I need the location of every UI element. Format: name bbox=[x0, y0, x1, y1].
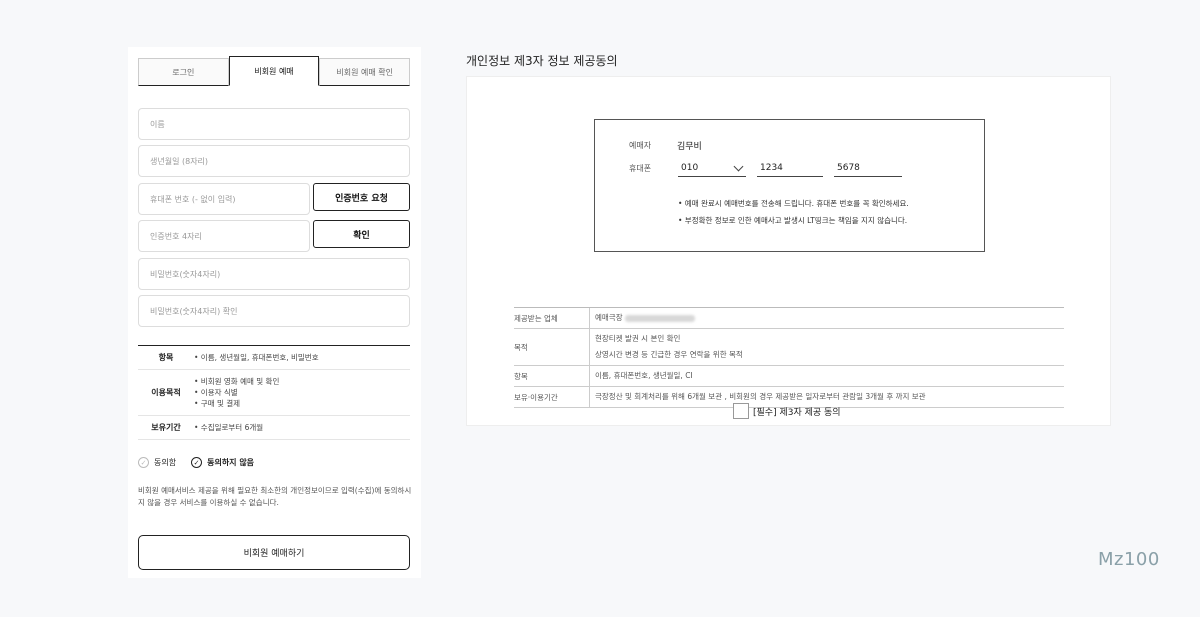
verification-code-input[interactable]: 인증번호 4자리 bbox=[138, 220, 310, 252]
chevron-down-icon bbox=[733, 161, 744, 172]
table-row: 제공받는 업체 예매극장 bbox=[514, 308, 1064, 329]
consent-checkbox-label: [필수] 제3자 제공 동의 bbox=[753, 407, 841, 418]
terms-row-label: 이용목적 bbox=[151, 388, 181, 397]
terms-item: • 이름, 생년월일, 휴대폰번호, 비밀번호 bbox=[194, 353, 319, 362]
phone-prefix-value: 010 bbox=[681, 163, 699, 173]
consent-title: 개인정보 제3자 정보 제공동의 bbox=[466, 54, 618, 68]
privacy-terms-table: 항목 • 이름, 생년월일, 휴대폰번호, 비밀번호 이용목적 • 비회원 영화… bbox=[138, 345, 410, 440]
terms-item: • 비회원 영화 예매 및 확인 bbox=[194, 377, 280, 386]
terms-row: 이용목적 • 비회원 영화 예매 및 확인 • 이용자 식별 • 구매 및 결제 bbox=[138, 370, 410, 416]
terms-row-label: 보유기간 bbox=[151, 423, 181, 432]
phone-input[interactable]: 휴대폰 번호 (- 없이 입력) bbox=[138, 183, 310, 215]
check-circle-icon: ✓ bbox=[138, 457, 149, 468]
brand-watermark: Mz100 bbox=[1098, 549, 1160, 570]
nonmember-login-panel: 로그인 비회원 예매 비회원 예매 확인 이름 생년월일 (8자리) 휴대폰 번… bbox=[128, 47, 421, 578]
consent-checkbox[interactable] bbox=[733, 403, 749, 419]
request-code-button[interactable]: 인증번호 요청 bbox=[313, 183, 410, 211]
table-row: 항목 이름, 휴대폰번호, 생년월일, CI bbox=[514, 366, 1064, 387]
nonmember-booking-button[interactable]: 비회원 예매하기 bbox=[138, 535, 410, 570]
disagree-radio[interactable]: ✓ 동의하지 않음 bbox=[191, 457, 254, 468]
agree-label: 동의함 bbox=[154, 458, 177, 467]
login-tabs: 로그인 비회원 예매 비회원 예매 확인 bbox=[138, 56, 411, 86]
phone-middle-input[interactable]: 1234 bbox=[757, 160, 823, 177]
check-circle-icon: ✓ bbox=[191, 457, 203, 468]
notice-item: • 부정확한 정보로 인한 예매사고 발생시 LT띵크는 책임을 지지 않습니다… bbox=[678, 216, 908, 225]
row-value: 상영시간 변경 등 긴급한 경우 연락을 위한 목적 bbox=[595, 350, 743, 359]
third-party-consent-check[interactable]: [필수] 제3자 제공 동의 bbox=[733, 403, 841, 419]
terms-item: • 구매 및 결제 bbox=[194, 399, 241, 408]
phone-prefix-select[interactable]: 010 bbox=[678, 160, 746, 177]
terms-row-label: 항목 bbox=[158, 353, 174, 362]
birthdate-input[interactable]: 생년월일 (8자리) bbox=[138, 145, 410, 177]
row-key: 목적 bbox=[514, 329, 590, 365]
tab-login[interactable]: 로그인 bbox=[138, 58, 229, 86]
phone-label: 휴대폰 bbox=[629, 164, 652, 173]
consent-panel: 예매자 김무비 휴대폰 010 1234 5678 • 예매 완료시 예매번호를… bbox=[466, 76, 1111, 426]
redacted-text bbox=[624, 314, 695, 322]
row-key: 보유·이용기간 bbox=[514, 387, 590, 407]
name-input[interactable]: 이름 bbox=[138, 108, 410, 140]
booker-info-box: 예매자 김무비 휴대폰 010 1234 5678 • 예매 완료시 예매번호를… bbox=[594, 119, 985, 252]
password-input[interactable]: 비밀번호(숫자4자리) bbox=[138, 258, 410, 290]
agree-options: ✓ 동의함 ✓ 동의하지 않음 bbox=[138, 457, 254, 468]
row-value: 이름, 휴대폰번호, 생년월일, CI bbox=[595, 371, 693, 380]
third-party-table: 제공받는 업체 예매극장 목적 현장티켓 발권 시 본인 확인 상영시간 변경 … bbox=[514, 307, 1064, 408]
booker-label: 예매자 bbox=[629, 141, 652, 150]
terms-row: 항목 • 이름, 생년월일, 휴대폰번호, 비밀번호 bbox=[138, 346, 410, 370]
table-row: 목적 현장티켓 발권 시 본인 확인 상영시간 변경 등 긴급한 경우 연락을 … bbox=[514, 329, 1064, 366]
terms-item: • 이용자 식별 bbox=[194, 388, 238, 397]
booking-notice-list: • 예매 완료시 예매번호를 전송해 드립니다. 휴대폰 번호를 꼭 확인하세요… bbox=[678, 198, 909, 232]
row-value: 예매극장 bbox=[595, 313, 623, 322]
terms-row: 보유기간 • 수집일로부터 6개월 bbox=[138, 416, 410, 440]
confirm-code-button[interactable]: 확인 bbox=[313, 220, 410, 248]
agree-radio[interactable]: ✓ 동의함 bbox=[138, 457, 176, 468]
disagree-label: 동의하지 않음 bbox=[207, 458, 255, 467]
row-key: 항목 bbox=[514, 366, 590, 386]
tab-nonmember-booking-check[interactable]: 비회원 예매 확인 bbox=[319, 58, 411, 86]
tab-nonmember-booking[interactable]: 비회원 예매 bbox=[228, 56, 320, 86]
terms-item: • 수집일로부터 6개월 bbox=[194, 423, 264, 432]
row-key: 제공받는 업체 bbox=[514, 308, 590, 328]
row-value: 현장티켓 발권 시 본인 확인 bbox=[595, 334, 681, 343]
booker-name: 김무비 bbox=[677, 142, 702, 152]
phone-last-input[interactable]: 5678 bbox=[834, 160, 902, 177]
password-confirm-input[interactable]: 비밀번호(숫자4자리) 확인 bbox=[138, 295, 410, 327]
privacy-notice: 비회원 예매서비스 제공을 위해 필요한 최소한의 개인정보이므로 입력(수집)… bbox=[138, 486, 412, 507]
notice-item: • 예매 완료시 예매번호를 전송해 드립니다. 휴대폰 번호를 꼭 확인하세요… bbox=[678, 199, 909, 208]
